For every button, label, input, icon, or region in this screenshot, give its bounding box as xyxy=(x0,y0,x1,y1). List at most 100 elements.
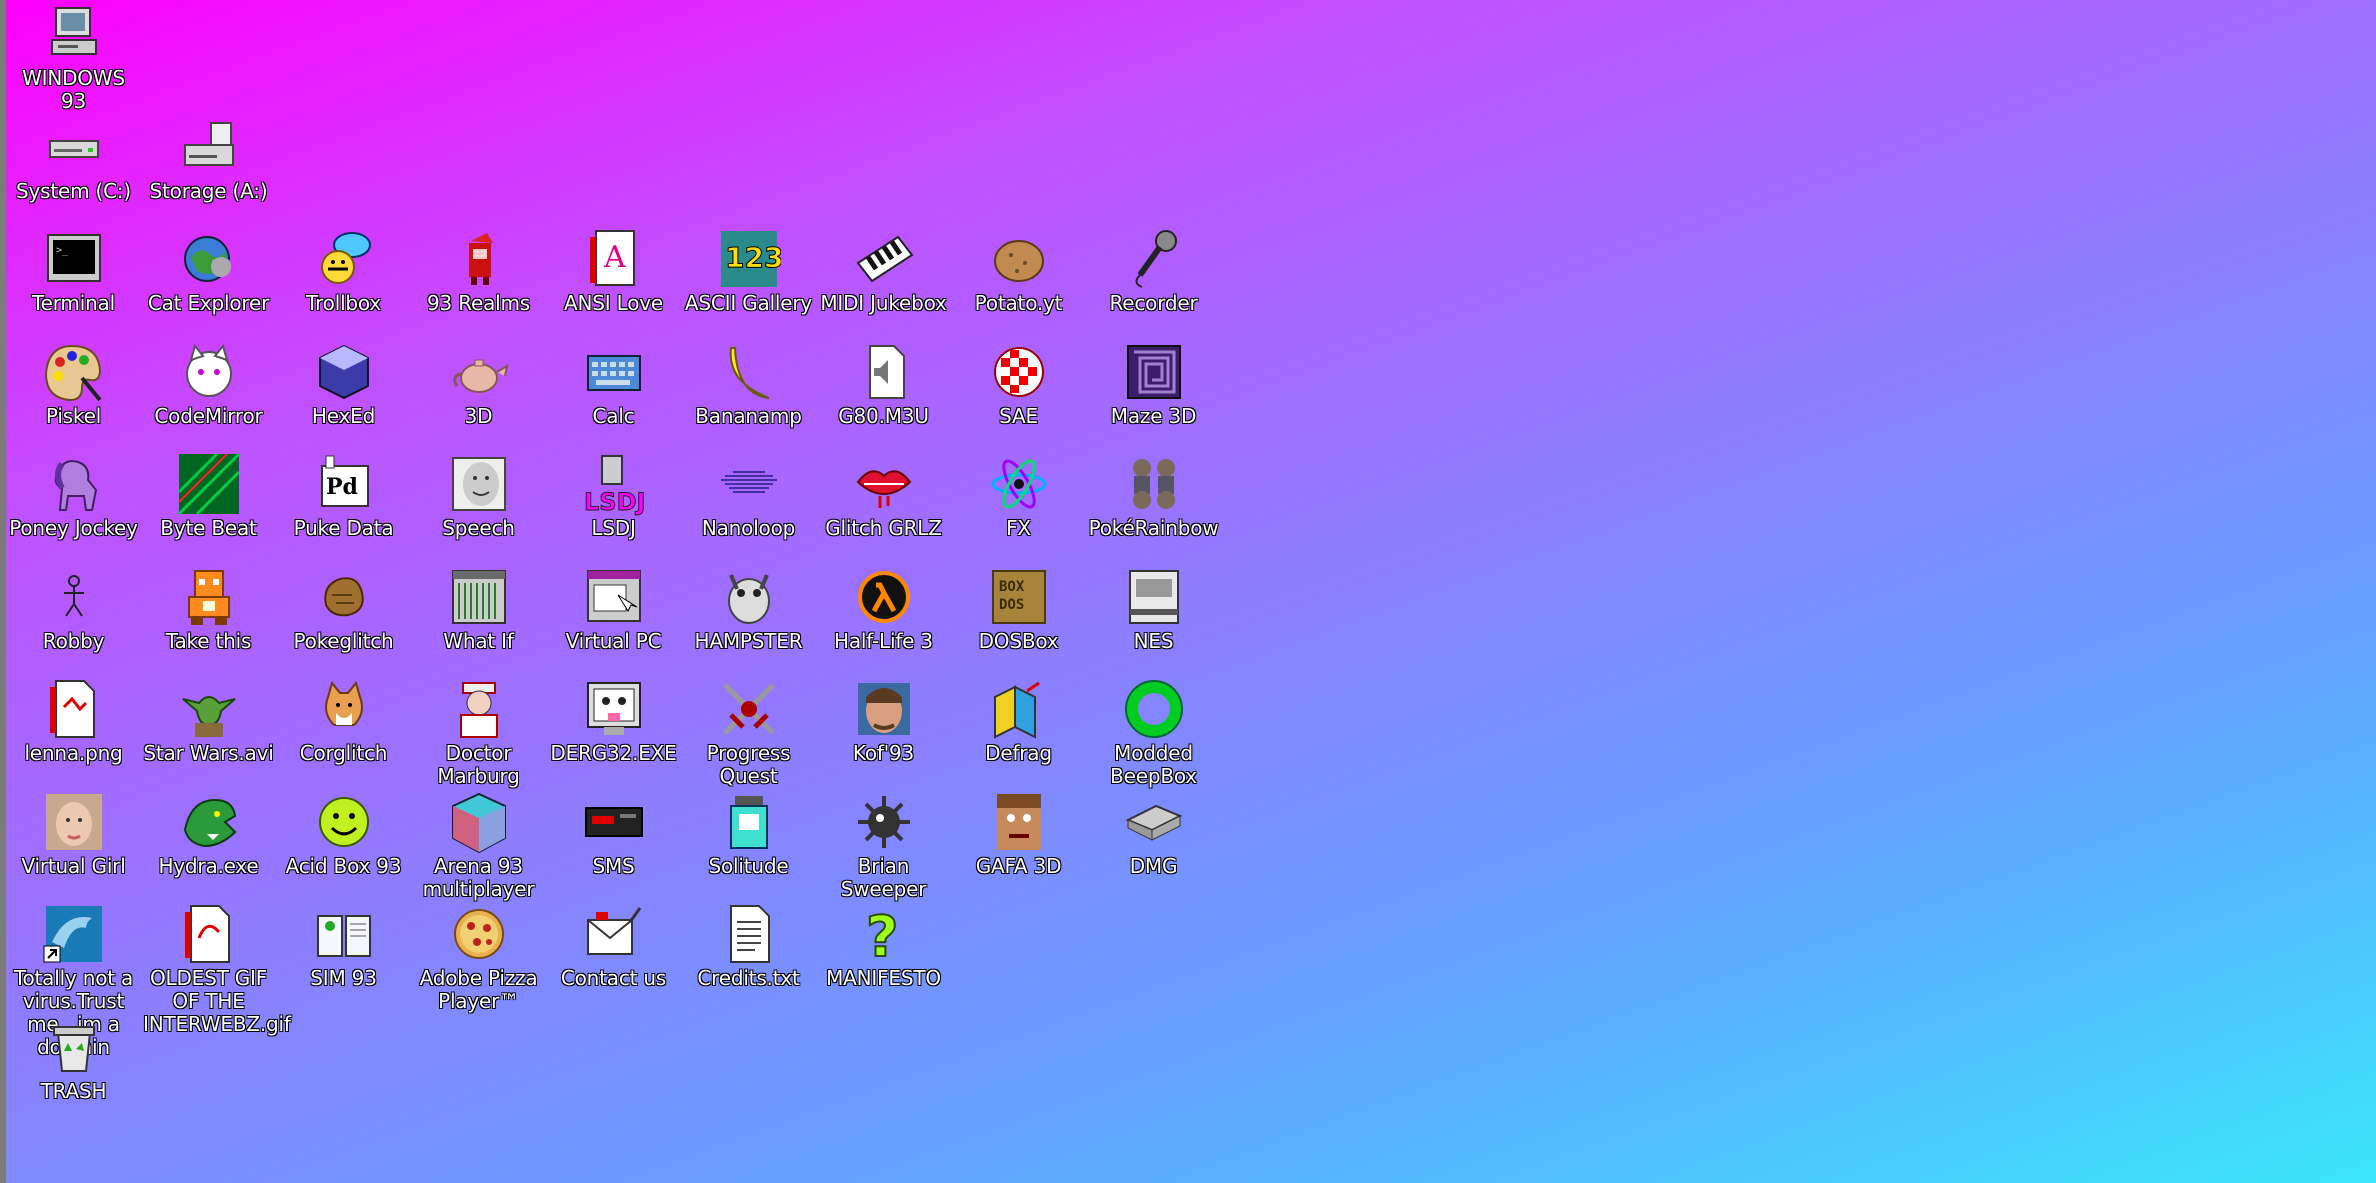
desktop-icon-virtual-girl[interactable]: Virtual Girl xyxy=(6,790,141,878)
desktop-icon-label: Poney Jockey xyxy=(9,516,138,540)
desktop-icon-poney-jockey[interactable]: Poney Jockey xyxy=(6,452,141,540)
desktop-icon-brian-sweeper[interactable]: Brian Sweeper xyxy=(816,790,951,901)
desktop-icon-calc[interactable]: Calc xyxy=(546,340,681,428)
lambda-icon xyxy=(852,565,916,629)
desktop-icon-doctor-marburg[interactable]: Doctor Marburg xyxy=(411,677,546,788)
desktop-icon-terminal[interactable]: >_ Terminal xyxy=(6,227,141,315)
desktop-icon-contact-us[interactable]: Contact us xyxy=(546,902,681,990)
desktop-icon-adobe-pizza-player[interactable]: Adobe Pizza Player™ xyxy=(411,902,546,1013)
desktop-icon-derg32-exe[interactable]: DERG32.EXE xyxy=(546,677,681,765)
desktop-icon-dosbox[interactable]: BOX DOS DOSBox xyxy=(951,565,1086,653)
desktop-icon-defrag[interactable]: Defrag xyxy=(951,677,1086,765)
desktop-icon-virtual-pc[interactable]: Virtual PC xyxy=(546,565,681,653)
desktop-icon-label: Defrag xyxy=(985,741,1052,765)
desktop-icon-midi-jukebox[interactable]: MIDI Jukebox xyxy=(816,227,951,315)
desktop-icon-label: Progress Quest xyxy=(706,741,791,788)
red-mage-icon xyxy=(447,227,511,291)
arena-cube-icon xyxy=(447,790,511,854)
checkered-ball-icon xyxy=(987,340,1051,404)
desktop-icon-hampster[interactable]: HAMPSTER xyxy=(681,565,816,653)
desktop-icon-system-c[interactable]: System (C:) xyxy=(6,115,141,203)
desktop-icon-ascii-gallery[interactable]: 123 ASCII Gallery xyxy=(681,227,816,315)
desktop-icon-acid-box-93[interactable]: Acid Box 93 xyxy=(276,790,411,878)
desktop-icon-half-life-3[interactable]: Half-Life 3 xyxy=(816,565,951,653)
desktop[interactable]: WINDOWS 93 System (C:) Storage (A:) >_ Termi… xyxy=(6,0,2376,1183)
desktop-icon-label: DOSBox xyxy=(978,628,1059,653)
desktop-icon-solitude[interactable]: Solitude xyxy=(681,790,816,878)
desktop-icon-piskel[interactable]: Piskel xyxy=(6,340,141,428)
terminal-icon: >_ xyxy=(42,227,106,291)
puke-data-icon: Pd xyxy=(312,452,376,516)
desktop-icon-puke-data[interactable]: Pd Puke Data xyxy=(276,452,411,540)
desktop-icon-label: SAE xyxy=(999,403,1038,428)
desktop-icon-manifesto[interactable]: ? MANIFESTO xyxy=(816,902,951,990)
desktop-icon-progress-quest[interactable]: Progress Quest xyxy=(681,677,816,788)
desktop-icon-arena-93-multiplayer[interactable]: Arena 93 multiplayer xyxy=(411,790,546,901)
desktop-icon-storage-a[interactable]: Storage (A:) xyxy=(141,115,276,203)
desktop-icon-sim-93[interactable]: SIM 93 xyxy=(276,902,411,990)
desktop-icon-potato-yt[interactable]: Potato.yt xyxy=(951,227,1086,315)
desktop-icon-label: DERG32.EXE xyxy=(550,741,677,765)
desktop-icon-label: Kof'93 xyxy=(852,741,915,765)
desktop-icon-sae[interactable]: SAE xyxy=(951,340,1086,428)
desktop-icon-label: Corglitch xyxy=(299,741,388,765)
desktop-icon-trollbox[interactable]: Trollbox xyxy=(276,227,411,315)
desktop-icon-lenna-png[interactable]: lenna.png xyxy=(6,677,141,765)
desktop-icon-label: Star Wars.avi xyxy=(143,741,274,765)
desktop-icon-byte-beat[interactable]: Byte Beat xyxy=(141,452,276,540)
desktop-icon-label: Recorder xyxy=(1109,291,1198,315)
desktop-icon-speech[interactable]: Speech xyxy=(411,452,546,540)
desktop-icon-ansi-love[interactable]: A ANSI Love xyxy=(546,227,681,315)
desktop-icon-nanoloop[interactable]: Nanoloop xyxy=(681,452,816,540)
desktop-icon-maze-3d[interactable]: Maze 3D xyxy=(1086,340,1221,428)
desktop-icon-label: System (C:) xyxy=(15,178,132,203)
desktop-icon-hydra-exe[interactable]: Hydra.exe xyxy=(141,790,276,878)
desktop-icon-gafa-3d[interactable]: GAFA 3D xyxy=(951,790,1086,878)
desktop-icon-label: SMS xyxy=(592,853,635,878)
virtual-pc-icon xyxy=(582,565,646,629)
desktop-icon-windows-93[interactable]: WINDOWS 93 xyxy=(6,2,141,113)
yoda-icon xyxy=(177,677,241,741)
desktop-icon-93-realms[interactable]: 93 Realms xyxy=(411,227,546,315)
desktop-icon-recorder[interactable]: Recorder xyxy=(1086,227,1221,315)
desktop-icon-fx[interactable]: FX xyxy=(951,452,1086,540)
desktop-icon-label: Calc xyxy=(592,403,635,428)
dosbox-icon: BOX DOS xyxy=(987,565,1051,629)
desktop-icon-pokeglitch[interactable]: Pokeglitch xyxy=(276,565,411,653)
desktop-icon-label: Puke Data xyxy=(293,516,394,540)
desktop-icon-oldest-gif-of-the-interwebz-gif[interactable]: OLDEST GIF OF THE INTERWEBZ.gif xyxy=(141,902,291,1036)
desktop-icon-what-if[interactable]: What If xyxy=(411,565,546,653)
desktop-icon-g80-m3u[interactable]: G80.M3U xyxy=(816,340,951,428)
desktop-icon-glitch-grlz[interactable]: Glitch GRLZ xyxy=(816,452,951,540)
desktop-icon-credits-txt[interactable]: Credits.txt xyxy=(681,902,816,990)
desktop-icon-label: G80.M3U xyxy=(838,403,929,428)
desktop-icon-sms[interactable]: SMS xyxy=(546,790,681,878)
desktop-icon-codemirror[interactable]: CodeMirror xyxy=(141,340,276,428)
desktop-icon-corglitch[interactable]: Corglitch xyxy=(276,677,411,765)
lsdj-icon: LSDJ xyxy=(582,452,646,516)
desktop-icon-lsdj[interactable]: LSDJ LSDJ xyxy=(546,452,681,540)
desktop-icon-star-wars-avi[interactable]: Star Wars.avi xyxy=(141,677,276,765)
ansi-letter-icon: A xyxy=(582,227,646,291)
desktop-icon-3d[interactable]: 3D xyxy=(411,340,546,428)
desktop-icon-take-this[interactable]: Take this xyxy=(141,565,276,653)
desktop-icon-nes[interactable]: NES xyxy=(1086,565,1221,653)
desktop-icon-dmg[interactable]: DMG xyxy=(1086,790,1221,878)
hex-cube-icon xyxy=(312,340,376,404)
computer-icon xyxy=(42,2,106,66)
desktop-icon-label: Terminal xyxy=(32,291,115,315)
desktop-icon-bananamp[interactable]: Bananamp xyxy=(681,340,816,428)
desktop-icon-label: MIDI Jukebox xyxy=(820,291,947,315)
desktop-icon-pok-rainbow[interactable]: PokéRainbow xyxy=(1086,452,1221,540)
desktop-icon-hexed[interactable]: HexEd xyxy=(276,340,411,428)
desktop-icon-kof-93[interactable]: Kof'93 xyxy=(816,677,951,765)
paint-palette-icon xyxy=(42,340,106,404)
desktop-icon-robby[interactable]: Robby xyxy=(6,565,141,653)
desktop-icon-label: PokéRainbow xyxy=(1088,516,1219,540)
desktop-icon-trash[interactable]: TRASH xyxy=(6,1015,141,1103)
desktop-icon-label: What If xyxy=(443,628,514,653)
desktop-icon-cat-explorer[interactable]: Cat Explorer xyxy=(141,227,276,315)
stick-figure-icon xyxy=(42,565,106,629)
audio-file-icon xyxy=(852,340,916,404)
desktop-icon-modded-beepbox[interactable]: Modded BeepBox xyxy=(1086,677,1221,788)
